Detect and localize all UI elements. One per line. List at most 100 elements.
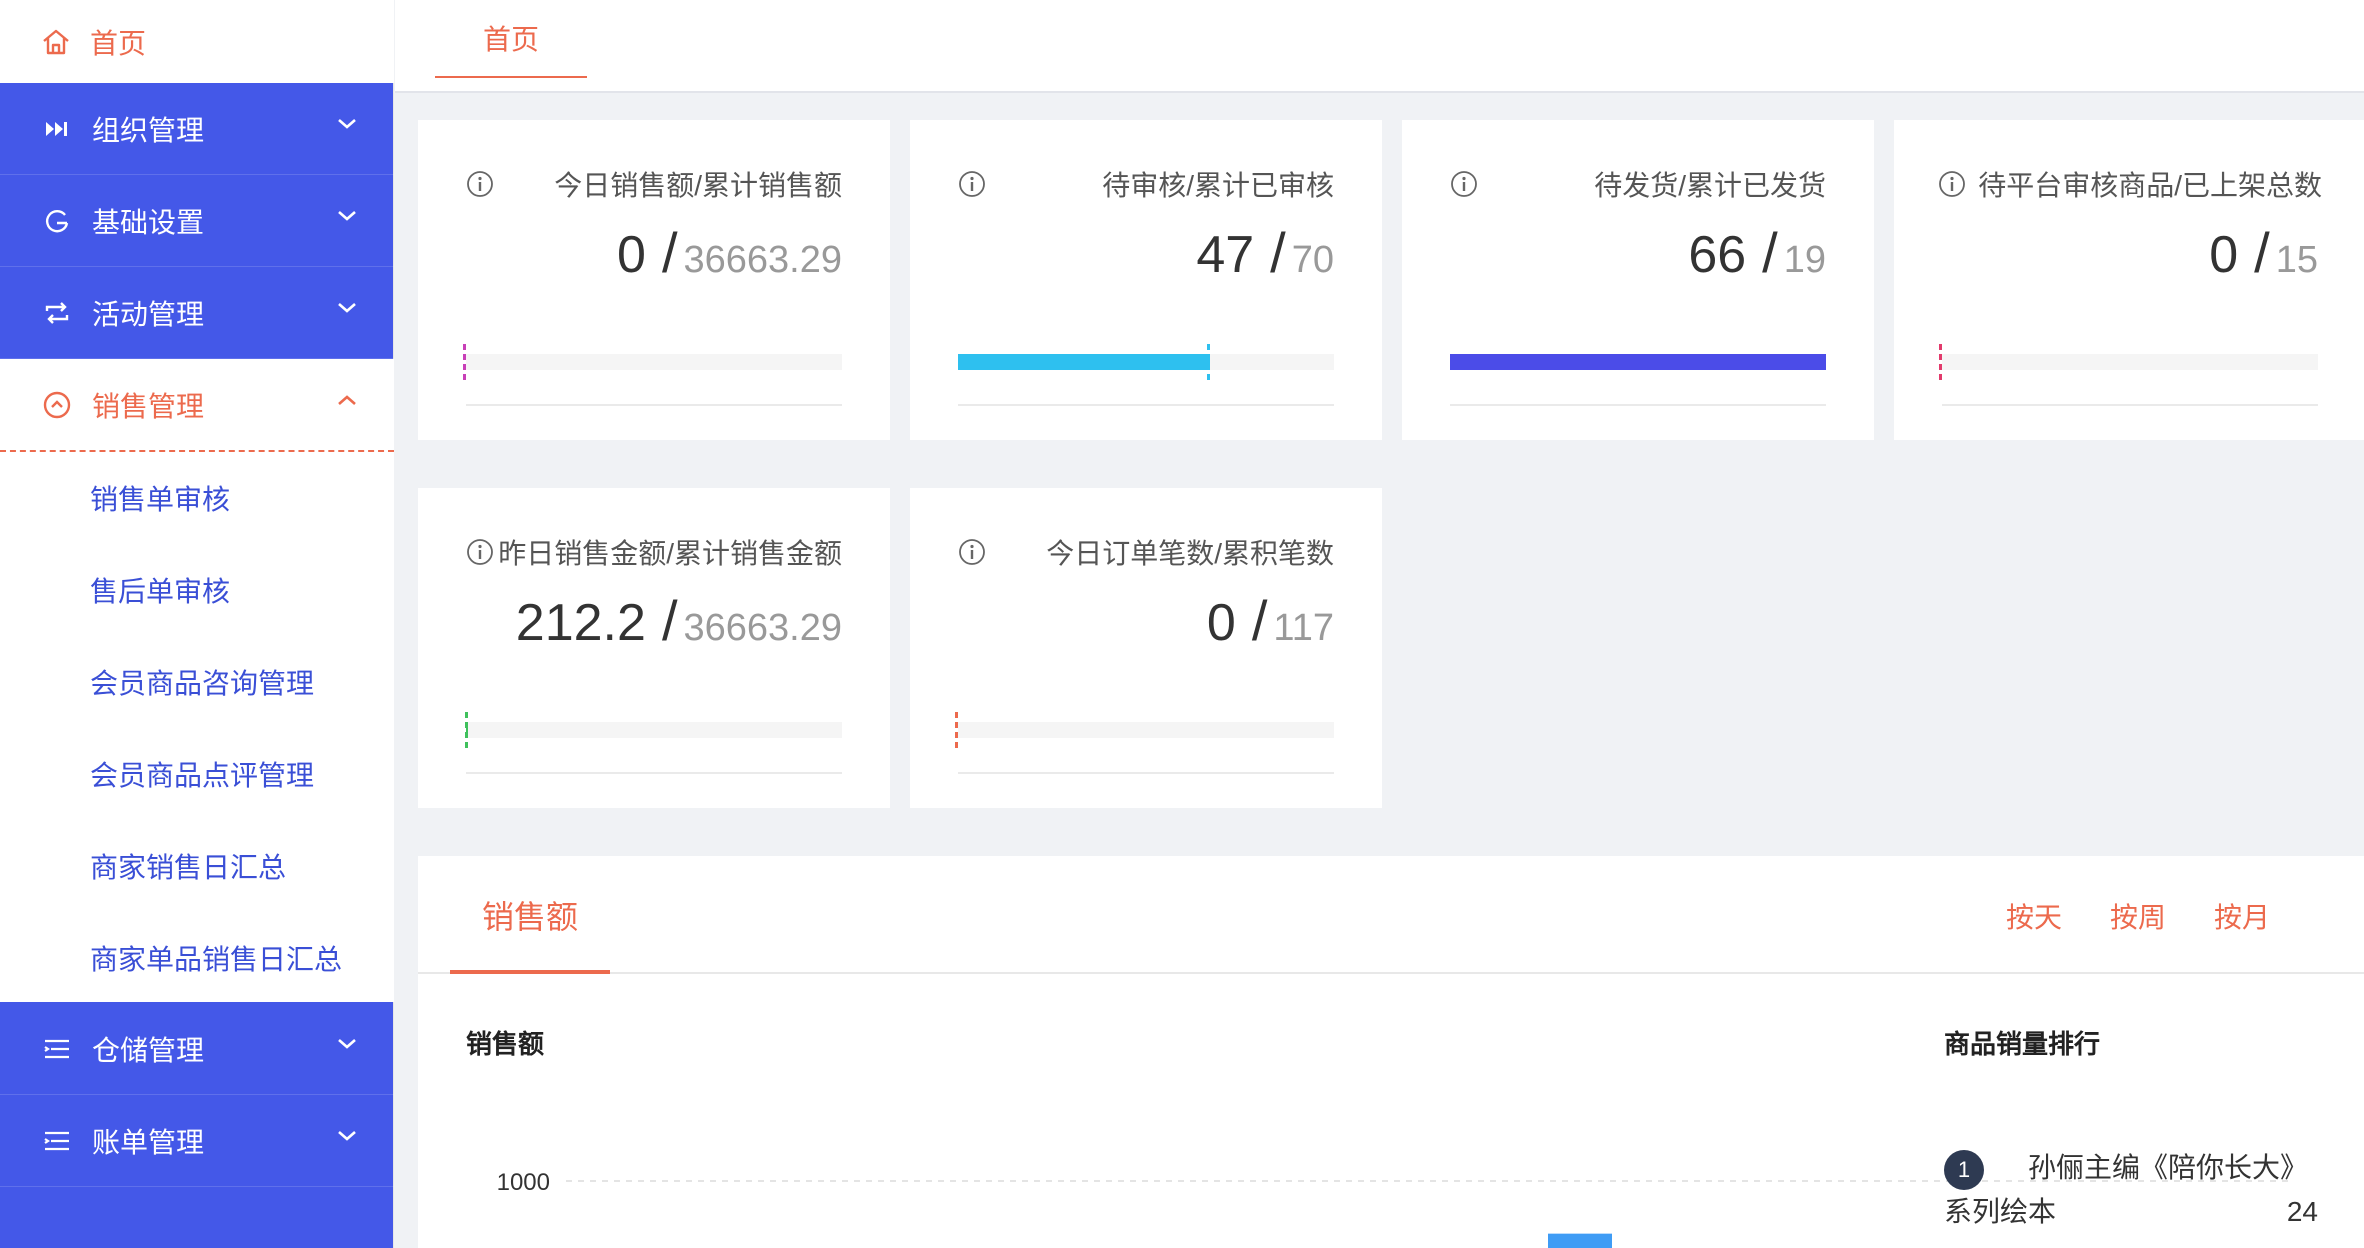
sidebar-item-label: 基础设置: [92, 206, 205, 238]
slash-separator: /: [1270, 221, 1286, 284]
progress-marker: [465, 712, 469, 748]
rank-item-name: 孙俪主编《陪你长大》系列绘本: [1944, 1152, 2309, 1227]
progress-fill: [958, 354, 1210, 370]
stat-card: 今日销售额/累计销售额 0 /36663.29: [418, 120, 890, 440]
stat-card: 待发货/累计已发货 66 /19: [1402, 120, 1874, 440]
sales-panel: 销售额 按天 按周 按月 销售额 1000800 商品销量排行 1孙俪主编《陪你…: [418, 856, 2364, 1248]
stat-card: 待平台审核商品/已上架总数 0 /15: [1894, 120, 2364, 440]
card-value: 212.2: [515, 594, 646, 652]
card-total: 19: [1783, 239, 1826, 281]
sidebar-item-org[interactable]: 组织管理: [0, 83, 394, 175]
submenu-item-sales-order-review[interactable]: 销售单审核: [0, 452, 394, 544]
rank-item-count: 24: [2286, 1196, 2318, 1227]
sidebar-item-home[interactable]: 首页: [0, 0, 394, 83]
card-title: 今日销售额/累计销售额: [554, 170, 842, 201]
card-total: 36663.29: [683, 239, 843, 281]
info-icon[interactable]: [1450, 170, 1478, 198]
card-value: 0: [2209, 226, 2239, 284]
progress-marker: [463, 344, 466, 380]
progress-track: [463, 344, 842, 380]
card-title: 待平台审核商品/已上架总数: [1978, 170, 2322, 201]
tab-bar: 首页: [395, 0, 2364, 93]
sidebar-item-sales[interactable]: 销售管理: [0, 359, 394, 452]
progress-track: [465, 712, 842, 748]
sidebar-item-label: 活动管理: [92, 298, 205, 330]
submenu-item-merchant-daily[interactable]: 商家销售日汇总: [0, 820, 394, 912]
sidebar-item-label: 仓储管理: [92, 1034, 205, 1066]
slash-separator: /: [1762, 221, 1778, 284]
range-month-button[interactable]: 按月: [2214, 896, 2270, 936]
sidebar-item-warehouse[interactable]: 仓储管理: [0, 1003, 394, 1095]
repeat-icon: [40, 296, 74, 330]
progress-fill: [1450, 354, 1826, 370]
tab-sales-amount[interactable]: 销售额: [450, 892, 610, 974]
rank-badge: 1: [1944, 1149, 1984, 1190]
submenu-item-member-review[interactable]: 会员商品点评管理: [0, 728, 394, 820]
divider: [958, 772, 1334, 774]
slash-separator: /: [661, 589, 678, 652]
info-icon[interactable]: [466, 170, 494, 198]
tab-home[interactable]: 首页: [435, 0, 587, 78]
divider: [466, 772, 842, 774]
chevron-down-icon: [338, 1039, 356, 1049]
divider: [1450, 404, 1826, 406]
chevron-up-icon: [338, 395, 356, 405]
card-title: 待审核/累计已审核: [1102, 170, 1334, 201]
sidebar-item-label: 销售管理: [92, 390, 205, 422]
card-value: 0: [617, 226, 646, 284]
progress-track: [955, 712, 1334, 748]
info-icon[interactable]: [958, 170, 986, 198]
sidebar-item-activity[interactable]: 活动管理: [0, 267, 394, 359]
submenu-item-merchant-item-daily[interactable]: 商家单品销售日汇总: [0, 912, 394, 1004]
card-total: 15: [2275, 239, 2318, 281]
card-title: 昨日销售金额/累计销售金额: [498, 538, 842, 569]
rank-item[interactable]: 1 孙俪主编《陪你长大》系列绘本 24: [1944, 1146, 2334, 1234]
card-title: 待发货/累计已发货: [1594, 170, 1826, 201]
sidebar-item-label: 组织管理: [92, 114, 205, 146]
range-day-button[interactable]: 按天: [2006, 896, 2062, 936]
progress-track: [1450, 354, 1826, 370]
range-week-button[interactable]: 按周: [2110, 896, 2166, 936]
progress-track: [1939, 344, 2318, 380]
submenu-item-aftersale-review[interactable]: 售后单审核: [0, 544, 394, 636]
chevron-down-icon: [338, 119, 356, 129]
slash-separator: /: [661, 221, 678, 284]
circle-chevron-up-icon: [40, 388, 74, 422]
sidebar-item-label: 首页: [90, 27, 147, 59]
rank-title: 商品销量排行: [1944, 1029, 2101, 1059]
refresh-icon: [40, 204, 74, 238]
chevron-down-icon: [338, 211, 356, 221]
stat-card: 待审核/累计已审核 47 /70: [910, 120, 1382, 440]
chevron-down-icon: [338, 303, 356, 313]
progress-marker: [955, 712, 958, 748]
card-total: 70: [1291, 239, 1334, 281]
card-value: 66: [1688, 226, 1747, 284]
sidebar-item-basic[interactable]: 基础设置: [0, 175, 394, 267]
list-icon: [40, 1032, 74, 1066]
card-total: 117: [1273, 607, 1334, 649]
info-icon[interactable]: [958, 538, 986, 566]
stat-card: 今日订单笔数/累积笔数 0 /117: [910, 488, 1382, 808]
panel-tab-bar: 销售额 按天 按周 按月: [418, 856, 2364, 974]
card-title: 今日订单笔数/累积笔数: [1046, 538, 1334, 569]
fast-forward-icon: [40, 112, 74, 146]
stat-card: 昨日销售金额/累计销售金额 212.2 /36663.29: [418, 488, 890, 808]
submenu-item-member-inquiry[interactable]: 会员商品咨询管理: [0, 636, 394, 728]
progress-track: [958, 344, 1334, 380]
home-icon: [43, 29, 69, 54]
progress-marker: [1206, 344, 1210, 380]
sidebar-item-billing[interactable]: 账单管理: [0, 1095, 394, 1187]
sales-submenu: 销售单审核 售后单审核 会员商品咨询管理 会员商品点评管理 商家销售日汇总 商家…: [0, 452, 394, 1002]
progress-marker: [1939, 344, 1942, 380]
slash-separator: /: [1251, 589, 1268, 652]
card-value: 0: [1206, 594, 1236, 652]
divider: [958, 404, 1334, 406]
card-total: 36663.29: [683, 607, 843, 649]
info-icon[interactable]: [466, 538, 494, 566]
info-icon[interactable]: [1938, 170, 1966, 198]
chart-bar[interactable]: [1548, 1233, 1612, 1248]
card-value: 47: [1196, 226, 1255, 284]
list-icon: [40, 1124, 74, 1158]
slash-separator: /: [2254, 221, 2270, 284]
divider: [1942, 404, 2318, 406]
